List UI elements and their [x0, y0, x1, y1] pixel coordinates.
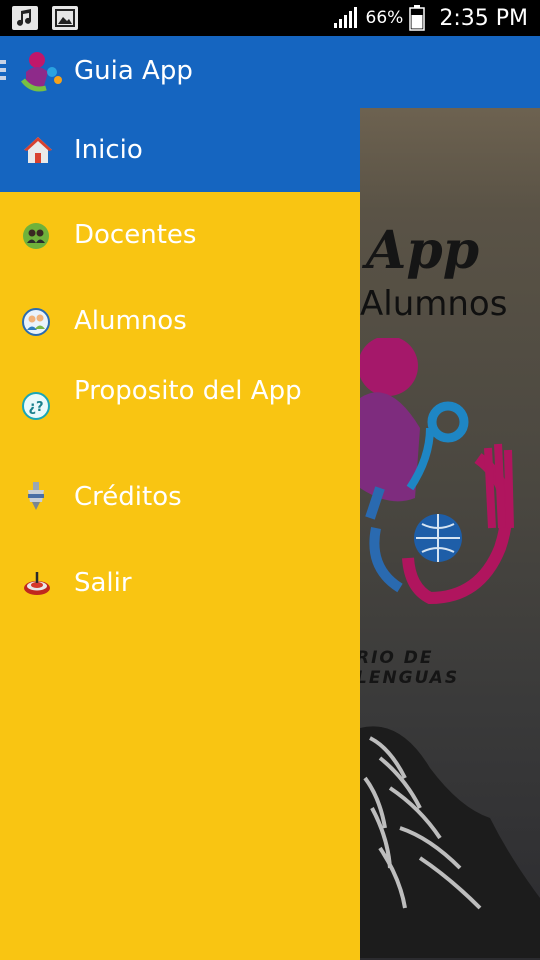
home-icon: [24, 137, 52, 163]
drawer-item-creditos[interactable]: Créditos: [0, 454, 360, 540]
navigation-drawer: Inicio Docentes Alumnos ¿? Proposito del…: [0, 108, 360, 960]
drawer-item-label: Proposito del App: [74, 376, 302, 406]
svg-text:¿?: ¿?: [28, 400, 43, 415]
exit-icon: [24, 572, 50, 595]
battery-icon: [409, 5, 426, 31]
credits-icon: [28, 482, 44, 510]
drawer-item-label: Alumnos: [74, 306, 187, 336]
drawer-item-label: Salir: [74, 568, 132, 598]
drawer-item-alumnos[interactable]: Alumnos: [0, 278, 360, 364]
background-alumnos-text: Alumnos: [360, 284, 508, 324]
drawer-item-proposito[interactable]: ¿? Proposito del App: [0, 364, 360, 454]
drawer-item-salir[interactable]: Salir: [0, 540, 360, 626]
teachers-icon: [23, 223, 49, 249]
image-icon: [52, 6, 78, 30]
question-icon: ¿?: [22, 392, 50, 420]
music-note-icon: [12, 6, 38, 30]
drawer-item-inicio[interactable]: Inicio: [0, 108, 360, 192]
background-lenguas-text: RIO DE LENGUAS: [360, 648, 460, 688]
signal-icon: [333, 7, 357, 28]
drawer-item-label: Inicio: [74, 135, 143, 165]
background-content: App Alumnos RIO DE LENGUAS: [360, 108, 540, 960]
background-app-text: App: [366, 220, 480, 281]
battery-percent: 66%: [365, 8, 404, 28]
app-logo-icon[interactable]: [20, 50, 66, 94]
drawer-item-label: Docentes: [74, 220, 197, 250]
drawer-item-docentes[interactable]: Docentes: [0, 192, 360, 278]
clock: 2:35 PM: [439, 5, 528, 31]
status-bar: 66% 2:35 PM: [0, 0, 540, 36]
menu-handle-icon[interactable]: [0, 60, 6, 86]
drawer-item-label: Créditos: [74, 482, 182, 512]
students-icon: [22, 308, 50, 336]
app-title: Guia App: [74, 56, 193, 86]
app-bar: Guia App: [0, 36, 540, 108]
